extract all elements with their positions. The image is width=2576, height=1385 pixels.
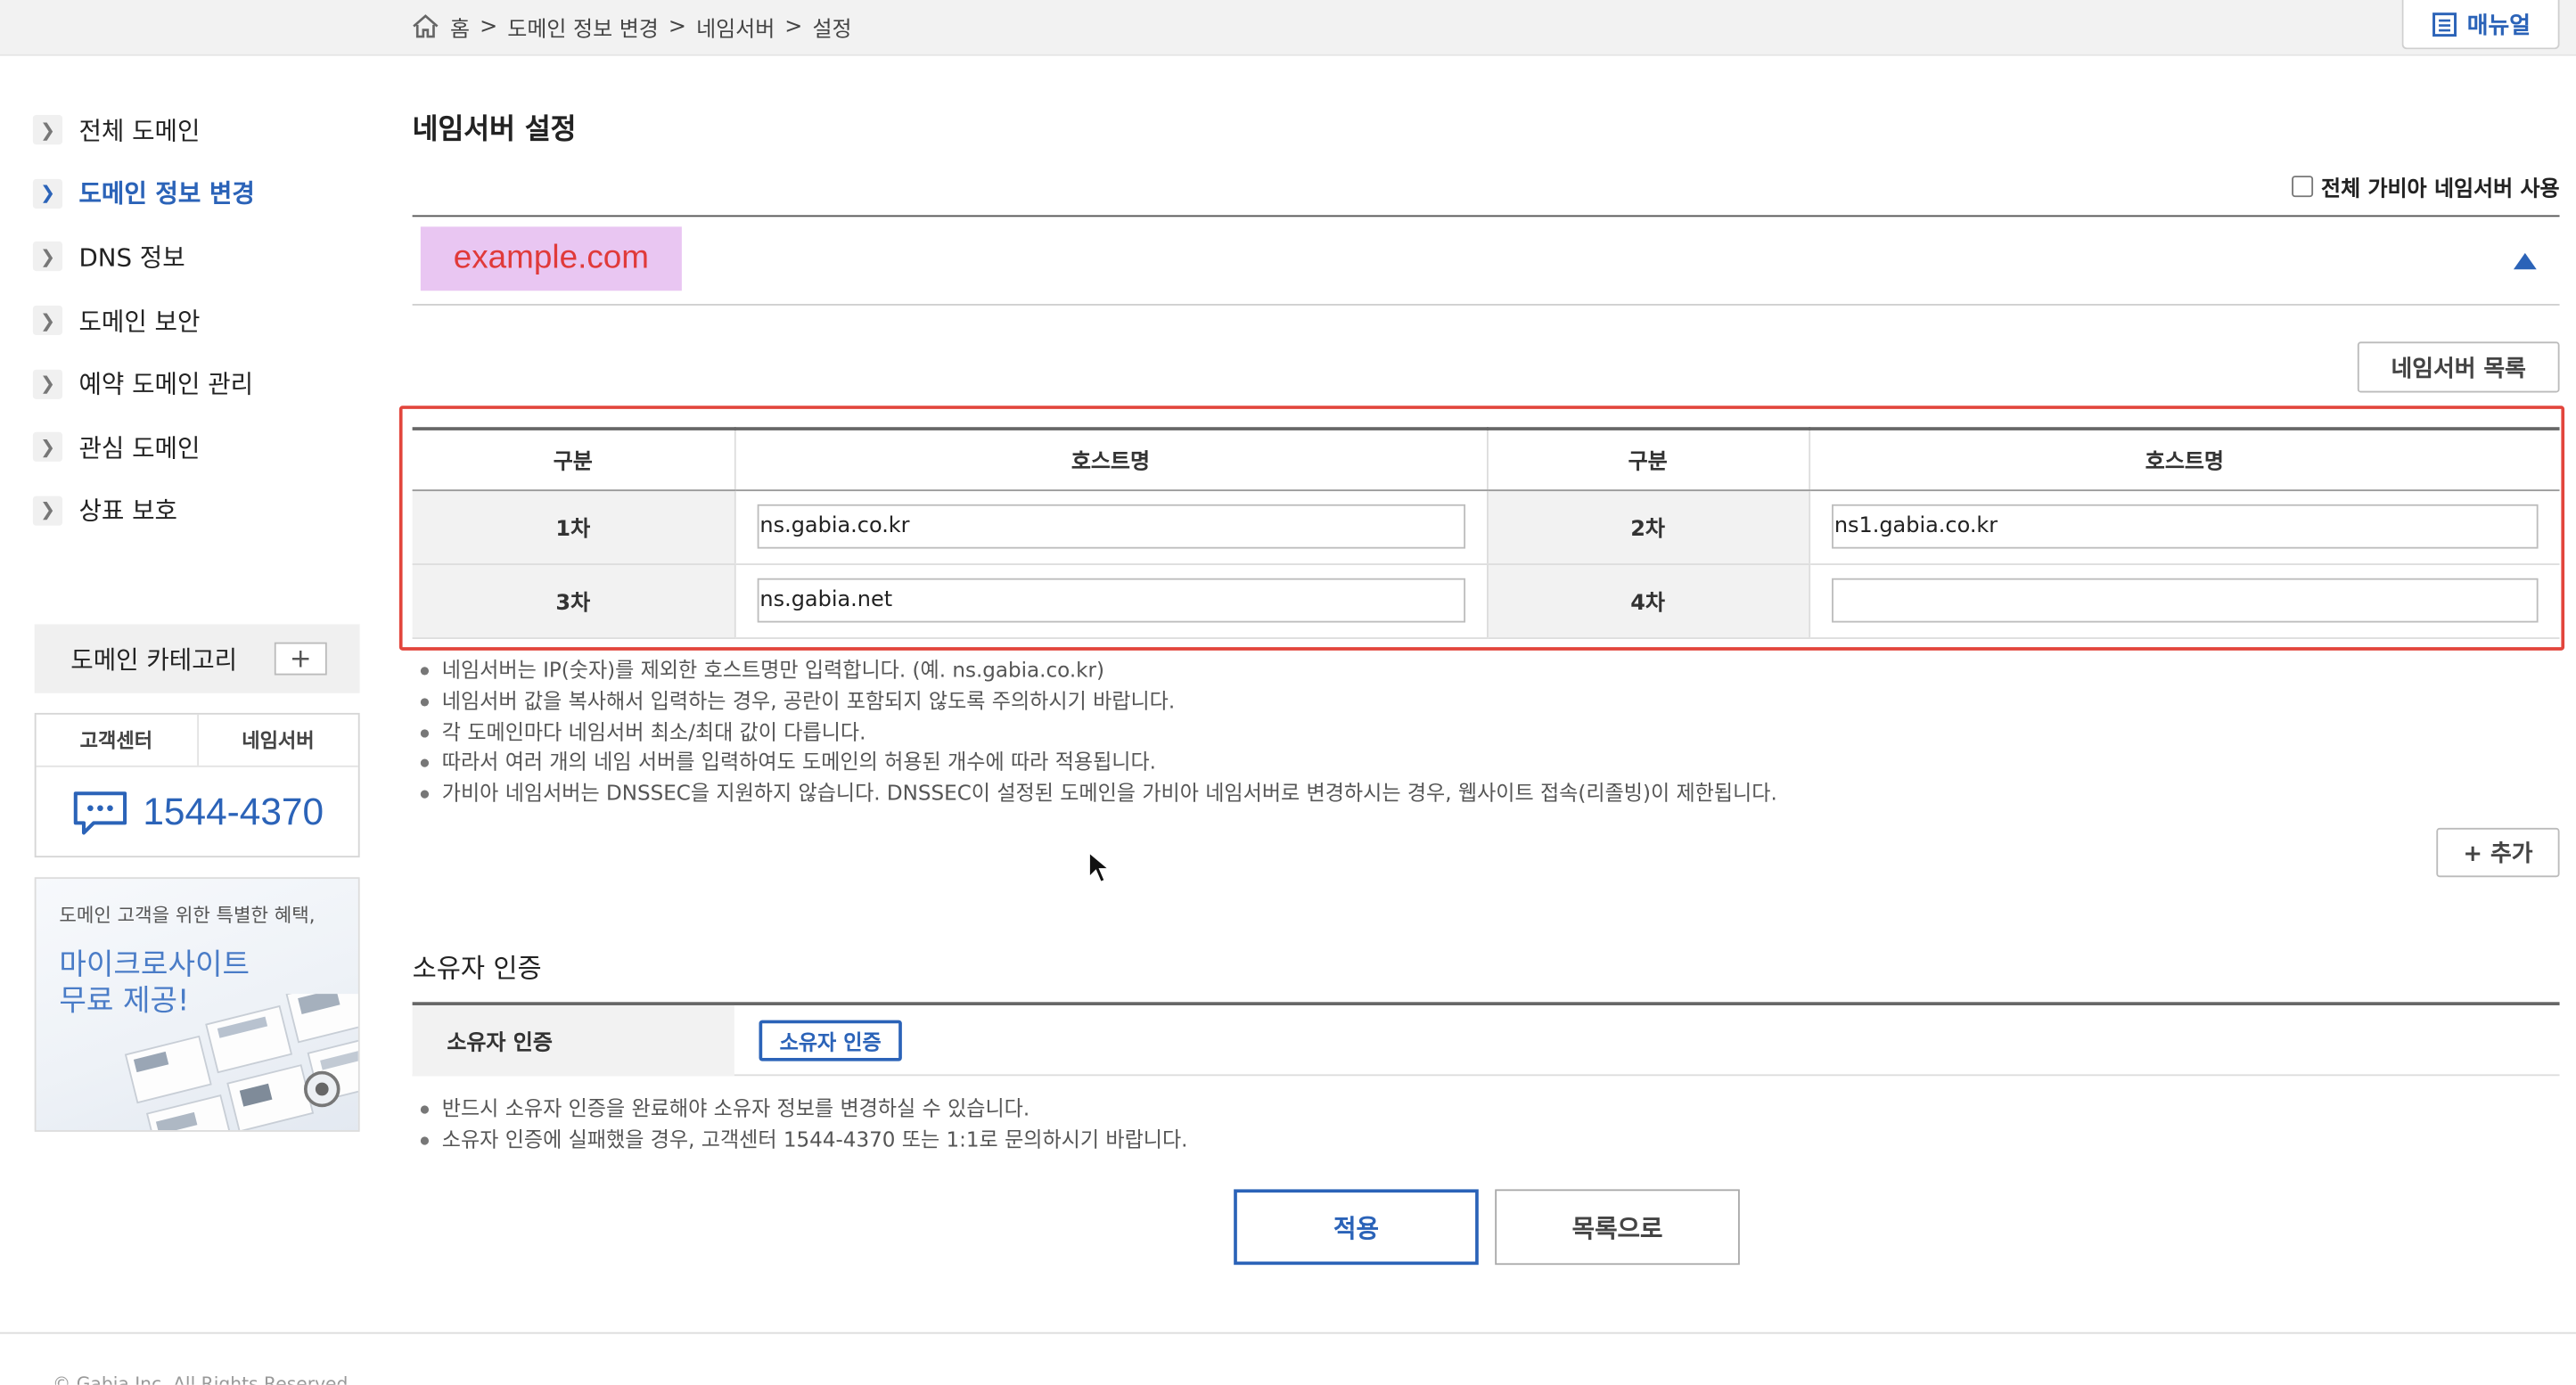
owner-row: 소유자 인증 소유자 인증 bbox=[412, 1002, 2560, 1077]
mouse-cursor-icon bbox=[1088, 850, 1111, 883]
table-header-row: 구분 호스트명 구분 호스트명 bbox=[412, 429, 2560, 491]
breadcrumb-home[interactable]: 홈 bbox=[450, 11, 470, 42]
sidebar-menu: ❯ 전체 도메인 ❯ 도메인 정보 변경 ❯ DNS 정보 ❯ 도메인 보안 ❯… bbox=[32, 99, 362, 543]
column-header: 구분 bbox=[1486, 429, 1809, 491]
manual-label: 매뉴얼 bbox=[2466, 12, 2531, 39]
apply-button[interactable]: 적용 bbox=[1234, 1189, 1479, 1266]
nameserver-list-button[interactable]: 네임서버 목록 bbox=[2357, 341, 2560, 393]
ns-field-cell bbox=[733, 489, 1488, 565]
domain-category: 도메인 카테고리 + bbox=[34, 624, 360, 693]
note-item: 네임서버 값을 복사해서 입력하는 경우, 공란이 포함되지 않도록 주의하시기… bbox=[420, 686, 1777, 717]
chevron-right-icon: ❯ bbox=[32, 178, 63, 209]
sidebar-item-reserved[interactable]: ❯ 예약 도메인 관리 bbox=[32, 352, 362, 415]
sidebar-item-all-domains[interactable]: ❯ 전체 도메인 bbox=[32, 99, 362, 162]
sidebar-item-label: 도메인 정보 변경 bbox=[78, 179, 255, 209]
sidebar-item-domain-info[interactable]: ❯ 도메인 정보 변경 bbox=[32, 162, 362, 225]
sidebar-item-label: 상표 보호 bbox=[78, 496, 177, 527]
collapse-up-icon[interactable] bbox=[2513, 252, 2537, 270]
ns-label-3: 3차 bbox=[412, 563, 734, 639]
chevron-right-icon: ❯ bbox=[32, 242, 63, 273]
support-phone: 1544-4370 bbox=[37, 767, 358, 857]
sidebar-item-dns[interactable]: ❯ DNS 정보 bbox=[32, 225, 362, 289]
breadcrumb-settings: 설정 bbox=[812, 17, 852, 42]
sidebar-item-label: 도메인 보안 bbox=[78, 306, 201, 337]
column-header: 호스트명 bbox=[1808, 429, 2560, 491]
chevron-right-icon: ❯ bbox=[32, 305, 63, 336]
breadcrumb-domain-info[interactable]: 도메인 정보 변경 bbox=[507, 11, 659, 42]
nameserver-notes: 네임서버는 IP(숫자)를 제외한 호스트명만 입력합니다. (예. ns.ga… bbox=[420, 655, 1777, 810]
promo-subtitle: 도메인 고객을 위한 특별한 혜택, bbox=[59, 903, 316, 927]
chevron-right-icon: ❯ bbox=[32, 369, 63, 399]
sidebar-item-label: 예약 도메인 관리 bbox=[78, 370, 254, 400]
note-item: 반드시 소유자 인증을 완료해야 소유자 정보를 변경하실 수 있습니다. bbox=[420, 1094, 1188, 1126]
nameserver-table: 구분 호스트명 구분 호스트명 1차 2차 3차 bbox=[412, 427, 2560, 639]
chevron-right-icon: ❯ bbox=[32, 496, 63, 526]
manual-icon bbox=[2432, 12, 2457, 37]
ns1-input[interactable] bbox=[756, 504, 1465, 549]
table-row: 1차 2차 bbox=[412, 489, 2560, 565]
column-header: 구분 bbox=[412, 429, 734, 491]
ns4-input[interactable] bbox=[1831, 578, 2539, 623]
tab-nameserver[interactable]: 네임서버 bbox=[196, 714, 358, 766]
owner-verify-button[interactable]: 소유자 인증 bbox=[759, 1020, 902, 1061]
chevron-right-icon: ❯ bbox=[32, 115, 63, 145]
ns-label-2: 2차 bbox=[1486, 489, 1809, 565]
sidebar-item-trademark[interactable]: ❯ 상표 보호 bbox=[32, 479, 362, 542]
domain-category-label: 도메인 카테고리 bbox=[70, 644, 238, 675]
breadcrumb-separator: > bbox=[480, 13, 498, 39]
use-all-gabia-nameserver[interactable]: 전체 가비아 네임서버 사용 bbox=[2291, 171, 2560, 202]
ns-field-cell bbox=[1808, 563, 2560, 639]
note-item: 소유자 인증에 실패했을 경우, 고객센터 1544-4370 또는 1:1로 … bbox=[420, 1125, 1188, 1156]
use-all-checkbox[interactable] bbox=[2291, 176, 2313, 198]
column-header: 호스트명 bbox=[733, 429, 1488, 491]
sidebar-item-favorites[interactable]: ❯ 관심 도메인 bbox=[32, 415, 362, 479]
domain-name: example.com bbox=[420, 226, 682, 291]
microsite-illustration bbox=[124, 994, 358, 1131]
ns-field-cell bbox=[733, 563, 1488, 639]
back-to-list-button[interactable]: 목록으로 bbox=[1495, 1189, 1740, 1266]
chevron-right-icon: ❯ bbox=[32, 432, 63, 463]
breadcrumb: 홈 > 도메인 정보 변경 > 네임서버 > 설정 bbox=[411, 10, 852, 43]
support-tabs: 고객센터 네임서버 bbox=[36, 714, 358, 767]
page-title: 네임서버 설정 bbox=[412, 113, 577, 147]
add-nameserver-button[interactable]: + 추가 bbox=[2436, 827, 2560, 878]
ns3-input[interactable] bbox=[756, 578, 1465, 623]
note-item: 각 도메인마다 네임서버 최소/최대 값이 다릅니다. bbox=[420, 717, 1777, 749]
breadcrumb-nameserver[interactable]: 네임서버 bbox=[696, 11, 775, 42]
support-phone-number: 1544-4370 bbox=[143, 790, 324, 833]
note-item: 따라서 여러 개의 네임 서버를 입력하여도 도메인의 허용된 개수에 따라 적… bbox=[420, 748, 1777, 779]
home-icon[interactable] bbox=[411, 12, 440, 41]
ns-label-1: 1차 bbox=[412, 489, 734, 565]
sidebar-item-label: 관심 도메인 bbox=[78, 433, 201, 463]
breadcrumb-separator: > bbox=[784, 13, 803, 39]
chat-bubble-icon bbox=[73, 791, 127, 834]
note-item: 네임서버는 IP(숫자)를 제외한 호스트명만 입력합니다. (예. ns.ga… bbox=[420, 655, 1777, 686]
owner-section-title: 소유자 인증 bbox=[412, 952, 542, 985]
table-row: 3차 4차 bbox=[412, 563, 2560, 639]
sidebar-item-security[interactable]: ❯ 도메인 보안 bbox=[32, 289, 362, 352]
domain-row: example.com bbox=[412, 215, 2560, 306]
promo-banner[interactable]: 도메인 고객을 위한 특별한 혜택, 마이크로사이트 무료 제공! bbox=[34, 877, 360, 1132]
owner-row-label: 소유자 인증 bbox=[412, 1004, 734, 1077]
page: 홈 > 도메인 정보 변경 > 네임서버 > 설정 매뉴얼 ❯ 전체 도메인 ❯… bbox=[0, 0, 2576, 1385]
footer-copyright: © Gabia Inc. All Rights Reserved. bbox=[52, 1373, 354, 1385]
manual-button[interactable]: 매뉴얼 bbox=[2401, 0, 2560, 50]
use-all-label: 전체 가비아 네임서버 사용 bbox=[2321, 177, 2560, 202]
category-add-button[interactable]: + bbox=[274, 642, 327, 676]
ns-field-cell bbox=[1808, 489, 2560, 565]
top-bar: 홈 > 도메인 정보 변경 > 네임서버 > 설정 매뉴얼 bbox=[0, 0, 2576, 56]
ns-label-4: 4차 bbox=[1486, 563, 1809, 639]
sidebar-item-label: 전체 도메인 bbox=[78, 116, 201, 146]
tab-customer-center[interactable]: 고객센터 bbox=[37, 715, 197, 766]
support-box: 고객센터 네임서버 1544-4370 bbox=[34, 712, 360, 858]
footer-divider bbox=[0, 1332, 2576, 1334]
note-item: 가비아 네임서버는 DNSSEC을 지원하지 않습니다. DNSSEC이 설정된… bbox=[420, 779, 1777, 810]
ns2-input[interactable] bbox=[1831, 504, 2539, 549]
breadcrumb-separator: > bbox=[668, 13, 687, 39]
owner-notes: 반드시 소유자 인증을 완료해야 소유자 정보를 변경하실 수 있습니다. 소유… bbox=[420, 1094, 1188, 1156]
sidebar-item-label: DNS 정보 bbox=[78, 242, 185, 273]
